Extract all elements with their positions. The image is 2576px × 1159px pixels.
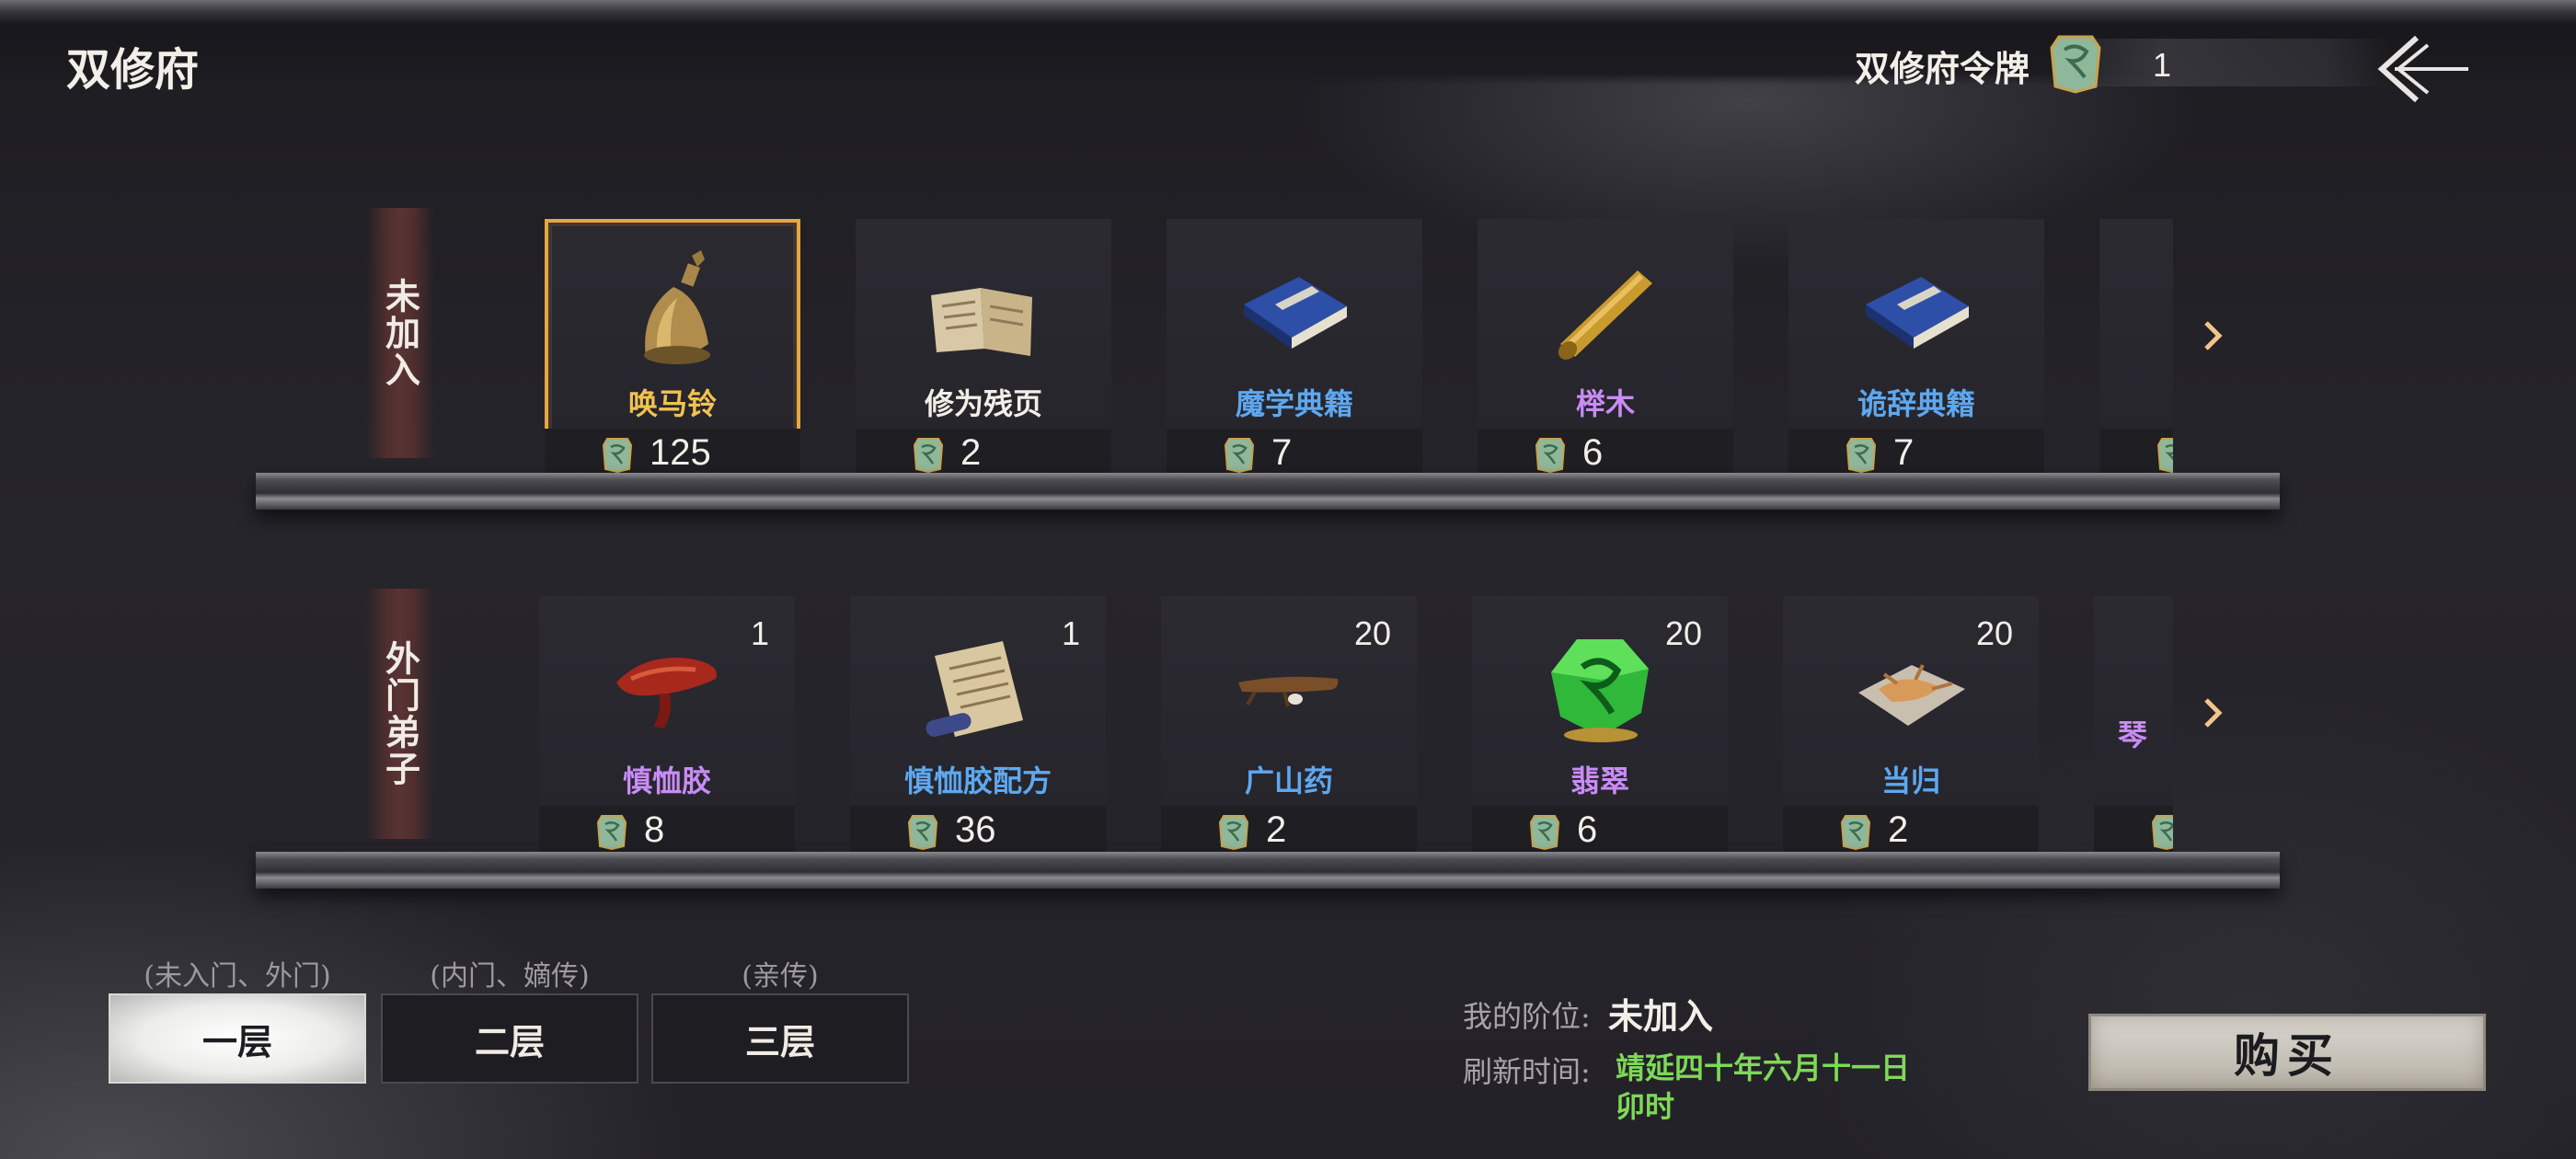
bell-icon [644,250,710,364]
item-row-outer-disciple: 1 慎恤胶 8 1 慎恤胶配方 36 20 广山药 2 20 翡翠 6 20 当… [539,596,2173,855]
shop-item-card[interactable]: 1 慎恤胶配方 36 [850,596,1106,855]
refresh-time-value: 靖延四十年六月十一日卯时 [1616,1050,1911,1124]
item-price: 7 [1893,432,1915,473]
token-label: 双修府令牌 [1855,48,2030,89]
floor-tab-3[interactable]: 三层 [651,993,909,1084]
item-price: 6 [1582,432,1604,473]
yam-root-icon [1238,676,1339,707]
token-count-bar [2061,39,2392,86]
herb-root-icon [1858,664,1965,726]
shop-item-card[interactable]: 20 当归 2 [1783,596,2039,855]
jade-token-icon [1840,815,1871,850]
open-book-icon [931,288,1032,356]
shop-item-card[interactable]: 修为残页 2 [856,219,1111,478]
item-price: 6 [1577,809,1598,850]
item-row-unjoined: 唤马铃 125 修为残页 2 魔学典籍 7 榉木 6 诡辞典籍 7 [539,219,2173,478]
floor-tab-subtitle: (内门、嫡传) [430,960,590,993]
jade-token-icon [1529,815,1560,850]
item-price: 36 [955,809,996,850]
back-arrow-icon [2377,35,2468,103]
item-price: 125 [650,432,711,473]
chevron-right-icon [2204,321,2223,350]
item-name: 诡辞典籍 [1857,386,1975,421]
shop-item-card[interactable]: 诡辞典籍 7 [1788,219,2044,478]
item-price: 7 [1271,432,1293,473]
item-price: 2 [1266,809,1287,850]
item-name: 慎恤胶 [622,763,711,798]
floor-tab-subtitle: (未入门、外门) [144,960,331,993]
item-name: 修为残页 [924,386,1042,421]
jade-token-icon [602,438,633,473]
shop-item-card[interactable]: 魔学典籍 7 [1167,219,1422,478]
item-name: 广山药 [1244,763,1333,798]
jade-icon [1551,639,1649,742]
jade-token-icon [1218,815,1249,850]
item-name: 榉木 [1575,386,1635,421]
tier-label-outer-disciple: 外门弟子 [366,589,434,839]
buy-button[interactable]: 购买 [2088,1014,2486,1091]
item-name: 唤马铃 [627,386,717,421]
jade-token-icon [596,815,627,850]
shelf [256,852,2280,889]
jade-token-icon [907,815,938,850]
page-title: 双修府 [66,44,200,96]
item-name: 翡翠 [1570,763,1629,798]
item-name: 琴 [2118,717,2148,752]
item-name: 慎恤胶配方 [903,763,1052,798]
refresh-time-label: 刷新时间: [1463,1054,1591,1089]
item-price: 2 [1888,809,1909,850]
shop-item-card[interactable]: 唤马铃 125 [545,219,800,478]
shop-item-card[interactable]: 20 翡翠 6 [1472,596,1728,855]
wood-log-icon [1558,270,1652,360]
jade-token-icon [2156,438,2173,473]
rank-label: 我的阶位: [1463,999,1591,1034]
jade-token-icon [1224,438,1255,473]
shop-item-card[interactable]: 20 广山药 2 [1161,596,1417,855]
jade-token-icon [1535,438,1566,473]
floor-tab-1[interactable]: 一层 [109,993,366,1084]
token-count: 1 [2153,46,2172,84]
item-name: 魔学典籍 [1235,386,1353,421]
shop-item-card[interactable]: 1 慎恤胶 8 [539,596,795,855]
jade-token-icon [913,438,944,473]
shelf [256,473,2280,510]
shop-item-card[interactable]: 榉木 6 [1478,219,1733,478]
scroll-icon [926,641,1023,737]
tier-label-unjoined: 未加入 [366,208,434,458]
jade-token-icon [2050,35,2101,94]
floor-tab-subtitle: (亲传) [742,960,819,993]
back-button[interactable] [2374,28,2475,110]
mushroom-icon [616,658,717,729]
item-price: 2 [960,432,982,473]
row-next-arrow[interactable] [2195,690,2232,736]
shop-item-card[interactable]: 琴 [2094,596,2173,855]
jade-token-icon [2151,815,2173,850]
jade-token-icon [1846,438,1877,473]
blue-book-icon [1244,277,1347,349]
blue-book-icon [1866,277,1969,349]
item-name: 当归 [1880,763,1940,798]
floor-tab-2[interactable]: 二层 [381,993,638,1084]
chevron-right-icon [2204,698,2223,728]
shop-item-card[interactable]: 诡 [2099,219,2173,478]
item-price: 8 [644,809,665,850]
row-next-arrow[interactable] [2195,313,2232,359]
rank-value: 未加入 [1608,995,1714,1037]
